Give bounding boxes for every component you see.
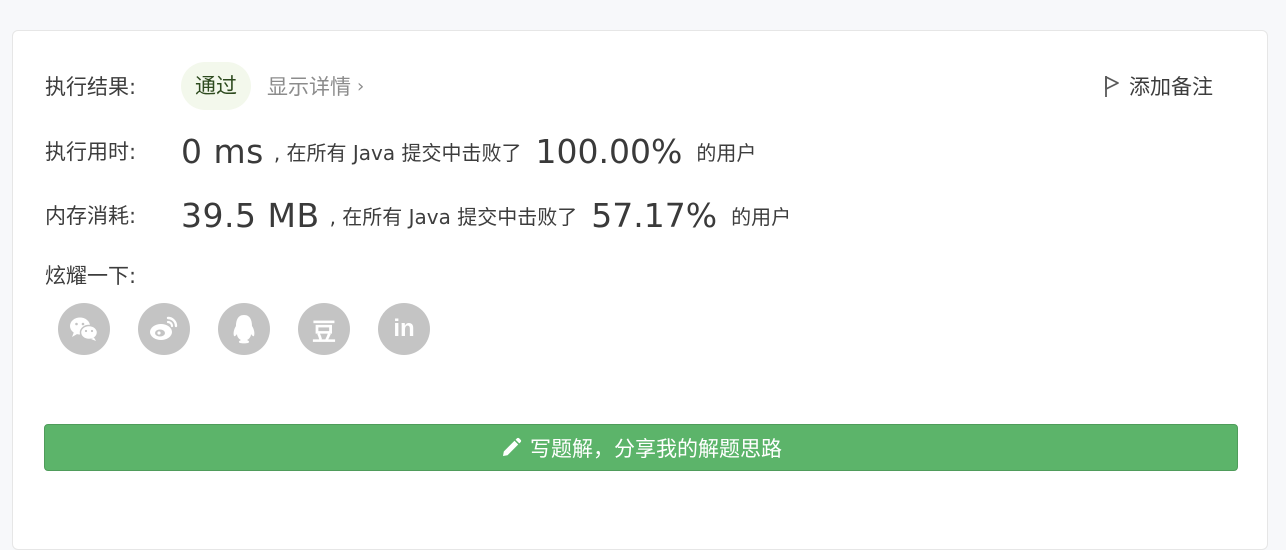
show-details-label: 显示详情 bbox=[267, 75, 351, 99]
linkedin-glyph: in bbox=[393, 315, 415, 342]
douban-icon[interactable]: 豆 bbox=[298, 303, 350, 355]
weibo-icon[interactable] bbox=[138, 303, 190, 355]
share-icons: 豆 in bbox=[58, 303, 458, 355]
status-badge: 通过 bbox=[181, 62, 251, 110]
runtime-row: 执行用时: 0 ms , 在所有 Java 提交中击败了 100.00% 的用户 bbox=[45, 129, 756, 173]
runtime-suffix: 的用户 bbox=[696, 140, 757, 165]
memory-label: 内存消耗: bbox=[45, 204, 137, 228]
result-row: 执行结果: 通过 显示详情 › bbox=[45, 61, 364, 111]
memory-value: 39.5 MB bbox=[181, 195, 320, 235]
memory-suffix: 的用户 bbox=[731, 204, 792, 229]
memory-beat-text: , 在所有 Java 提交中击败了 bbox=[329, 204, 578, 229]
show-details-link[interactable]: 显示详情 › bbox=[267, 71, 364, 101]
pencil-icon bbox=[503, 437, 522, 456]
share-label: 炫耀一下: bbox=[45, 264, 137, 288]
runtime-label: 执行用时: bbox=[45, 140, 137, 164]
memory-percent: 57.17% bbox=[591, 195, 718, 235]
result-label: 执行结果: bbox=[45, 75, 137, 99]
runtime-beat-text: , 在所有 Java 提交中击败了 bbox=[273, 140, 522, 165]
runtime-percent: 100.00% bbox=[535, 131, 683, 171]
runtime-value: 0 ms bbox=[181, 131, 264, 171]
add-note-button[interactable]: 添加备注 bbox=[1103, 71, 1213, 101]
flag-icon bbox=[1105, 76, 1119, 97]
qq-icon[interactable] bbox=[218, 303, 270, 355]
share-row: 炫耀一下: bbox=[45, 255, 181, 295]
chevron-right-icon: › bbox=[357, 75, 365, 97]
add-note-label: 添加备注 bbox=[1129, 75, 1213, 99]
submission-result-card: 执行结果: 通过 显示详情 › 添加备注 执行用时: 0 ms , 在所有 Ja… bbox=[12, 30, 1268, 550]
write-solution-label: 写题解，分享我的解题思路 bbox=[530, 436, 782, 461]
write-solution-button[interactable]: 写题解，分享我的解题思路 bbox=[44, 424, 1238, 471]
wechat-icon[interactable] bbox=[58, 303, 110, 355]
linkedin-icon[interactable]: in bbox=[378, 303, 430, 355]
memory-row: 内存消耗: 39.5 MB , 在所有 Java 提交中击败了 57.17% 的… bbox=[45, 193, 791, 237]
douban-glyph: 豆 bbox=[312, 318, 336, 346]
